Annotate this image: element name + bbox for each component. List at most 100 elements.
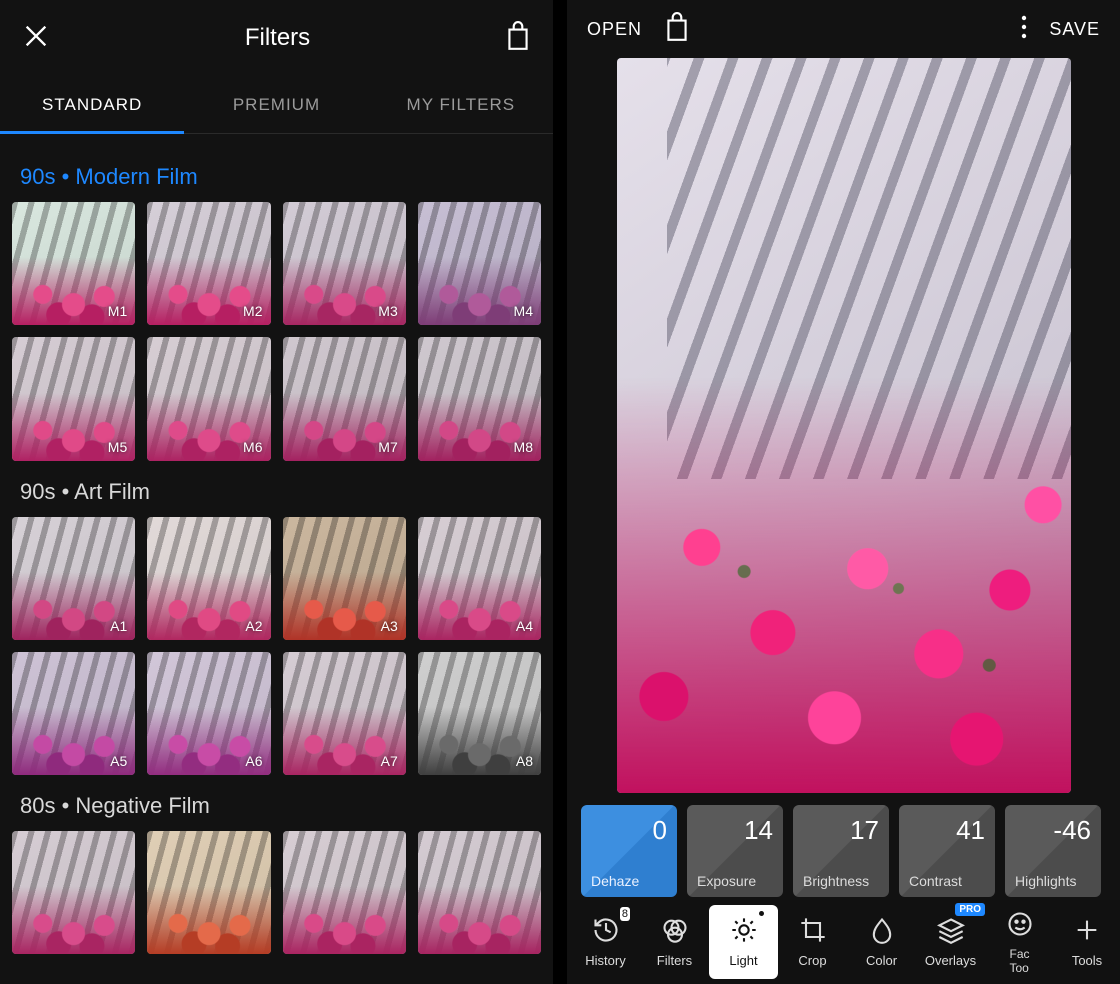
category-title[interactable]: 80s • Negative Film <box>20 793 543 819</box>
tool-overlays[interactable]: PRO Overlays <box>916 905 985 979</box>
adjust-label: Highlights <box>1015 873 1091 889</box>
open-button[interactable]: OPEN <box>587 19 642 40</box>
filter-grid: M1 M2 M3 M4 M5 M6 M7 M8 <box>10 202 543 461</box>
face-icon <box>1006 910 1034 941</box>
tool-crop[interactable]: Crop <box>778 905 847 979</box>
crop-icon <box>799 916 827 947</box>
tool-label: Color <box>866 953 897 968</box>
adjust-highlights[interactable]: -46 Highlights <box>1005 805 1101 897</box>
tool-light[interactable]: Light <box>709 905 778 979</box>
filter-label: M1 <box>108 303 127 319</box>
tool-tools[interactable]: Tools <box>1054 905 1120 979</box>
tab-premium[interactable]: PREMIUM <box>184 76 368 133</box>
filter-label: A5 <box>110 753 127 769</box>
history-count-badge: 8 <box>620 907 630 921</box>
shop-icon[interactable] <box>664 12 690 47</box>
filter-label: M2 <box>243 303 262 319</box>
color-icon <box>868 916 896 947</box>
close-icon[interactable] <box>22 22 50 55</box>
filter-thumb[interactable]: A1 <box>12 517 135 640</box>
tool-filters[interactable]: Filters <box>640 905 709 979</box>
tab-standard[interactable]: STANDARD <box>0 76 184 133</box>
filter-thumb[interactable] <box>283 831 406 954</box>
overlays-icon <box>937 916 965 947</box>
filter-thumb[interactable]: M5 <box>12 337 135 460</box>
adjust-brightness[interactable]: 17 Brightness <box>793 805 889 897</box>
adjust-exposure[interactable]: 14 Exposure <box>687 805 783 897</box>
tool-face[interactable]: FacToo <box>985 905 1054 979</box>
filter-thumb[interactable] <box>147 831 270 954</box>
filter-label: A8 <box>516 753 533 769</box>
filter-thumb[interactable]: M6 <box>147 337 270 460</box>
category-title[interactable]: 90s • Modern Film <box>20 164 543 190</box>
editor-screen: OPEN SAVE 0 Dehaze 14 Exposure 17 Brightness 4… <box>567 0 1120 984</box>
filters-icon <box>661 916 689 947</box>
filter-grid: A1 A2 A3 A4 A5 A6 A7 A8 <box>10 517 543 776</box>
adjust-dehaze[interactable]: 0 Dehaze <box>581 805 677 897</box>
filter-label: A2 <box>245 618 262 634</box>
adjust-value: 17 <box>850 815 879 846</box>
filter-label: M5 <box>108 439 127 455</box>
save-button[interactable]: SAVE <box>1049 19 1100 40</box>
adjustments-row[interactable]: 0Dehaze14Exposure17Brightness41Contrast-… <box>567 793 1120 897</box>
filter-label: M7 <box>378 439 397 455</box>
filter-label: M8 <box>514 439 533 455</box>
filter-thumb[interactable]: A5 <box>12 652 135 775</box>
filter-thumb[interactable]: M2 <box>147 202 270 325</box>
filter-thumb[interactable]: A6 <box>147 652 270 775</box>
tool-label: History <box>585 953 625 968</box>
shop-icon[interactable] <box>505 21 531 56</box>
filters-header: Filters <box>0 0 553 76</box>
filters-screen: Filters STANDARD PREMIUM MY FILTERS 90s … <box>0 0 553 984</box>
filter-thumb[interactable] <box>418 831 541 954</box>
history-icon <box>592 916 620 947</box>
filter-grid <box>10 831 543 954</box>
tab-my-filters[interactable]: MY FILTERS <box>369 76 553 133</box>
filter-thumb[interactable]: M4 <box>418 202 541 325</box>
adjust-contrast[interactable]: 41Contrast <box>899 805 995 897</box>
filter-thumb[interactable]: A7 <box>283 652 406 775</box>
tool-label: Light <box>729 953 757 968</box>
filters-list[interactable]: 90s • Modern Film M1 M2 M3 M4 M5 M6 M7 M8 90s • A… <box>0 134 553 984</box>
adjust-value: -46 <box>1053 815 1091 846</box>
tool-history[interactable]: 8 History <box>571 905 640 979</box>
editor-header: OPEN SAVE <box>567 0 1120 58</box>
filter-tabs: STANDARD PREMIUM MY FILTERS <box>0 76 553 134</box>
filter-thumb[interactable]: A3 <box>283 517 406 640</box>
filter-thumb[interactable]: M7 <box>283 337 406 460</box>
adjust-value: 0 <box>653 815 667 846</box>
tool-label: Tools <box>1072 953 1102 968</box>
filter-thumb[interactable]: A4 <box>418 517 541 640</box>
tool-label: FacToo <box>1009 947 1029 975</box>
tool-label: Overlays <box>925 953 976 968</box>
more-icon[interactable] <box>1021 15 1027 44</box>
filter-thumb[interactable]: M1 <box>12 202 135 325</box>
filter-label: A1 <box>110 618 127 634</box>
adjust-value: 14 <box>744 815 773 846</box>
filters-title: Filters <box>245 24 310 52</box>
tool-label: Filters <box>657 953 692 968</box>
filter-thumb[interactable] <box>12 831 135 954</box>
tool-label: Crop <box>798 953 826 968</box>
adjust-label: Brightness <box>803 873 879 889</box>
tool-color[interactable]: Color <box>847 905 916 979</box>
adjust-label: Dehaze <box>591 873 667 889</box>
adjust-label: Exposure <box>697 873 773 889</box>
filter-label: M4 <box>514 303 533 319</box>
filter-label: M6 <box>243 439 262 455</box>
filter-label: A4 <box>516 618 533 634</box>
pro-badge: PRO <box>955 903 985 916</box>
filter-label: A7 <box>381 753 398 769</box>
category-title[interactable]: 90s • Art Film <box>20 479 543 505</box>
image-preview[interactable] <box>617 58 1071 793</box>
bottom-toolbar: 8 History Filters Light Crop Color PRO Overlays… <box>567 900 1120 984</box>
tools-icon <box>1073 916 1101 947</box>
filter-label: M3 <box>378 303 397 319</box>
filter-thumb[interactable]: M8 <box>418 337 541 460</box>
filter-thumb[interactable]: A2 <box>147 517 270 640</box>
filter-label: A6 <box>245 753 262 769</box>
adjust-label: Contrast <box>909 873 985 889</box>
filter-thumb[interactable]: M3 <box>283 202 406 325</box>
indicator-dot <box>759 911 764 916</box>
filter-thumb[interactable]: A8 <box>418 652 541 775</box>
